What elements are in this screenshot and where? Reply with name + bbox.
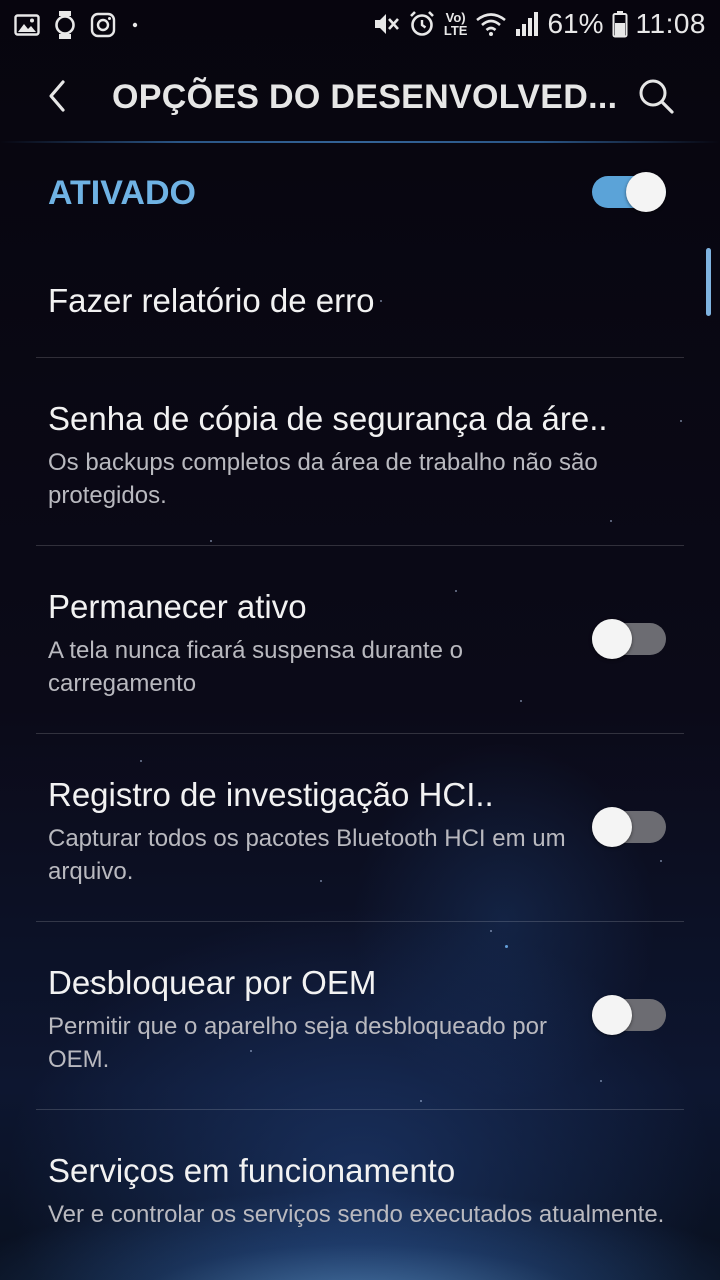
watch-icon [54, 10, 76, 40]
gallery-icon [14, 13, 40, 37]
battery-percent: 61% [547, 8, 604, 39]
setting-title: Senha de cópia de segurança da áre.. [48, 400, 608, 437]
search-icon[interactable] [634, 74, 678, 118]
setting-backup-password[interactable]: Senha de cópia de segurança da áre.. Os … [0, 358, 720, 545]
signal-icon [515, 11, 539, 37]
wifi-icon [475, 11, 507, 37]
page-title: OPÇÕES DO DESENVOLVED... [112, 78, 618, 116]
setting-running-services[interactable]: Serviços em funcionamento Ver e controla… [0, 1110, 720, 1280]
setting-subtitle: Capturar todos os pacotes Bluetooth HCI … [48, 825, 566, 885]
setting-oem-unlock[interactable]: Desbloquear por OEM Permitir que o apare… [0, 922, 720, 1109]
master-switch-row[interactable]: ATIVADO [0, 144, 720, 240]
volte-icon: Vo) LTE [443, 10, 468, 38]
setting-title: Desbloquear por OEM [48, 964, 377, 1001]
battery-icon [612, 10, 628, 38]
back-arrow-icon[interactable] [38, 76, 78, 116]
alarm-icon [408, 10, 436, 38]
setting-subtitle: Permitir que o aparelho seja desbloquead… [48, 1013, 547, 1073]
master-toggle[interactable] [592, 172, 666, 212]
instagram-icon [90, 12, 116, 38]
app-header: OPÇÕES DO DESENVOLVED... [0, 50, 720, 142]
setting-title: Serviços em funcionamento [48, 1152, 456, 1189]
header-divider [0, 141, 720, 143]
clock: 11:08 [635, 8, 706, 39]
setting-title: Fazer relatório de erro [48, 282, 375, 319]
dot-icon [130, 20, 140, 30]
status-bar: Vo) LTE 61% 11:08 [0, 0, 720, 50]
oem-unlock-toggle[interactable] [592, 995, 666, 1035]
master-switch-label: ATIVADO [48, 174, 196, 212]
setting-subtitle: Ver e controlar os serviços sendo execut… [48, 1201, 665, 1228]
setting-subtitle: Os backups completos da área de trabalho… [48, 449, 598, 509]
setting-hci-log[interactable]: Registro de investigação HCI.. Capturar … [0, 734, 720, 921]
setting-stay-awake[interactable]: Permanecer ativo A tela nunca ficará sus… [0, 546, 720, 733]
stay-awake-toggle[interactable] [592, 619, 666, 659]
setting-title: Permanecer ativo [48, 588, 307, 625]
setting-title: Registro de investigação HCI.. [48, 776, 494, 813]
hci-log-toggle[interactable] [592, 807, 666, 847]
setting-bug-report[interactable]: Fazer relatório de erro [0, 240, 720, 357]
mute-icon [372, 10, 400, 38]
setting-subtitle: A tela nunca ficará suspensa durante o c… [48, 637, 463, 697]
